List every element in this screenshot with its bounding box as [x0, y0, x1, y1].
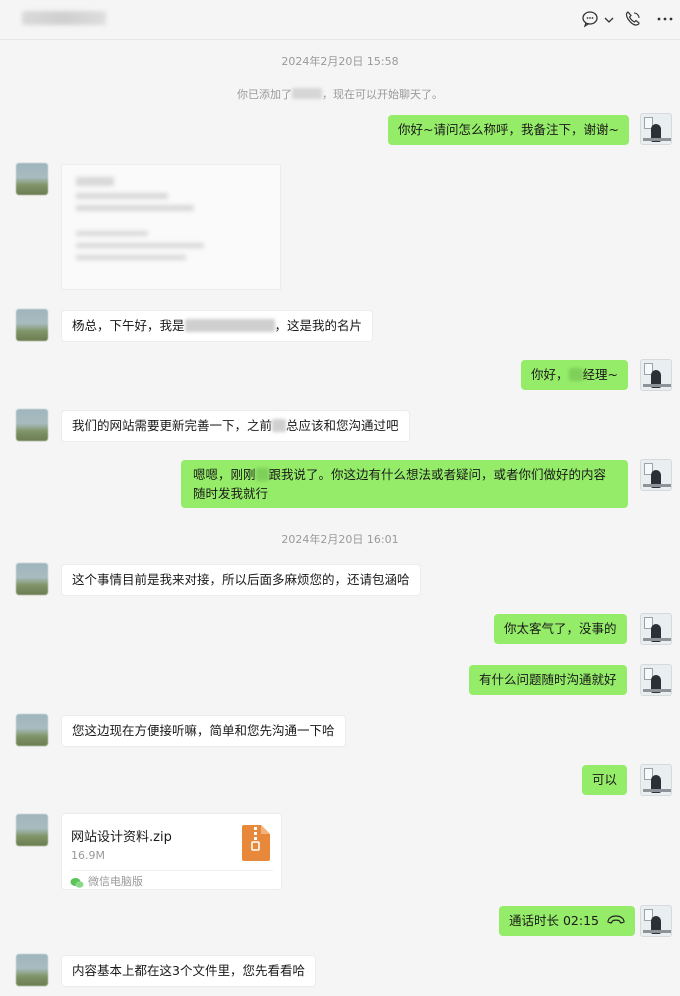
redacted-text [184, 319, 275, 332]
sent-message[interactable]: 你好~请问怎么称呼，我备注下，谢谢~ [388, 115, 629, 145]
my-avatar[interactable] [640, 664, 672, 696]
contact-avatar[interactable] [16, 309, 48, 341]
received-message[interactable]: 内容基本上都在这3个文件里，您先看看哈 [61, 955, 316, 987]
contact-avatar[interactable] [16, 814, 48, 846]
file-message[interactable]: 网站设计资料.zip 16.9M 微信电脑版 [61, 813, 282, 890]
redacted-text [568, 368, 583, 381]
chat-header [0, 0, 680, 40]
chat-title-redacted [22, 11, 106, 25]
my-avatar[interactable] [640, 459, 672, 491]
chevron-down-icon[interactable] [598, 8, 614, 30]
message-text: ，这是我的名片 [274, 318, 363, 333]
my-avatar[interactable] [640, 764, 672, 796]
redacted-text [255, 468, 269, 481]
sent-message[interactable]: 可以 [582, 765, 628, 795]
sent-message[interactable]: 嗯嗯，刚刚 跟我说了。你这边有什么想法或者疑问，或者你们做好的内容随时发我就行 [181, 460, 628, 508]
file-source: 微信电脑版 [88, 875, 143, 888]
my-avatar[interactable] [640, 113, 672, 145]
wechat-icon [70, 874, 84, 888]
call-record[interactable]: 通话时长 02:15 [499, 906, 635, 936]
more-icon[interactable] [654, 8, 676, 30]
message-text: 嗯嗯，刚刚 [193, 467, 256, 482]
message-text: 经理~ [582, 367, 618, 382]
business-card-image[interactable] [61, 164, 281, 290]
timestamp: 2024年2月20日 15:58 [281, 55, 399, 68]
file-size: 16.9M [71, 849, 105, 862]
received-message[interactable]: 杨总，下午好，我是 ，这是我的名片 [61, 310, 374, 342]
sent-message[interactable]: 你好， 经理~ [521, 360, 628, 390]
phone-icon[interactable] [622, 8, 644, 30]
zip-file-icon [241, 824, 271, 862]
my-avatar[interactable] [640, 359, 672, 391]
hangup-phone-icon [607, 912, 625, 924]
divider [71, 870, 273, 871]
my-avatar[interactable] [640, 613, 672, 645]
message-text: 杨总，下午好，我是 [72, 318, 185, 333]
contact-avatar[interactable] [16, 954, 48, 986]
system-message: 你已添加了 ，现在可以开始聊天了。 [0, 86, 680, 102]
redacted-name [292, 88, 322, 99]
file-name: 网站设计资料.zip [71, 830, 172, 845]
system-message-before: 你已添加了 [237, 88, 292, 101]
received-message[interactable]: 您这边现在方便接听嘛，简单和您先沟通一下哈 [61, 715, 346, 747]
received-message[interactable]: 我们的网站需要更新完善一下，之前 总应该和您沟通过吧 [61, 410, 410, 442]
call-duration: 通话时长 02:15 [509, 913, 599, 928]
message-text: 时发我就行 [205, 486, 269, 501]
contact-avatar[interactable] [16, 409, 48, 441]
contact-avatar[interactable] [16, 163, 48, 195]
message-text: 总应该和您沟通过吧 [286, 418, 399, 433]
sent-message[interactable]: 你太客气了，没事的 [494, 614, 627, 644]
received-message[interactable]: 这个事情目前是我来对接，所以后面多麻烦您的，还请包涵哈 [61, 564, 421, 596]
contact-avatar[interactable] [16, 563, 48, 595]
message-text: 你好， [531, 367, 569, 382]
timestamp: 2024年2月20日 16:01 [281, 533, 399, 546]
sent-message[interactable]: 有什么问题随时沟通就好 [469, 665, 627, 695]
message-text: 我们的网站需要更新完善一下，之前 [72, 418, 273, 433]
contact-avatar[interactable] [16, 714, 48, 746]
redacted-text [272, 419, 287, 432]
my-avatar[interactable] [640, 905, 672, 937]
system-message-after: ，现在可以开始聊天了。 [322, 88, 443, 101]
